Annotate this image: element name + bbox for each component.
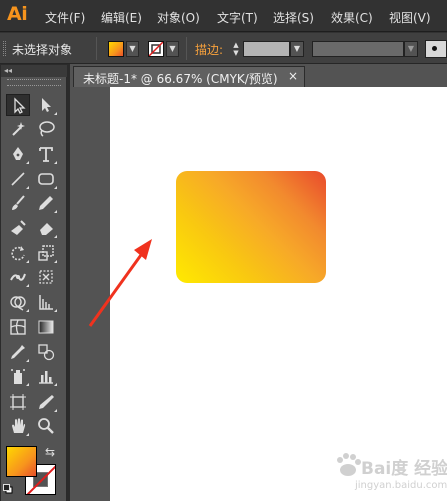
blend-icon [38,344,55,361]
spray-can-icon [11,369,25,384]
zoom-tool-icon[interactable] [34,415,58,437]
stroke-weight-label[interactable]: 描边: [195,41,223,58]
no-stroke-icon [148,41,164,57]
fill-color-well[interactable] [6,446,37,477]
mesh-tool-icon[interactable] [6,316,30,338]
bar-graph-icon [39,371,53,384]
free-transform-tool-icon[interactable] [34,266,58,288]
menu-type[interactable]: 文字(T) [217,9,258,26]
selection-arrow-icon [14,97,26,114]
tools-panel: ◂◂ [1,65,67,501]
baidu-paw-logo-icon [337,453,361,476]
menu-bar: Ai 文件(F) 编辑(E) 对象(O) 文字(T) 选择(S) 效果(C) 视… [0,0,447,32]
app-logo: Ai [7,3,28,25]
document-tab-title: 未标题-1* @ 66.67% (CMYK/预览) [83,72,278,86]
type-tool-icon[interactable] [34,143,58,165]
eraser-icon [40,223,53,235]
direct-selection-tool-icon[interactable] [34,94,58,116]
type-t-icon [39,147,53,162]
brush-definition-button[interactable] [425,40,447,58]
selection-tool-icon[interactable] [6,94,30,116]
hand-icon [12,418,26,433]
eraser-tool-icon[interactable] [34,217,58,239]
direct-selection-arrow-icon [42,98,51,112]
watermark-url: jingyan.baidu.com [355,480,447,491]
gradient-tool-icon[interactable] [34,316,58,338]
width-tool-glyph-icon [10,273,26,281]
lasso-icon [39,121,55,137]
paintbrush-tool-icon[interactable] [6,192,30,214]
hand-tool-icon[interactable] [6,415,30,437]
artboard-icon [10,394,26,410]
mesh-grid-icon [10,319,26,335]
pen-tool-icon[interactable] [6,143,30,165]
pencil-tool-icon[interactable] [34,192,58,214]
column-graph-tool-icon[interactable] [34,365,58,387]
default-colors-icon[interactable] [3,484,13,494]
collapse-panel-icon[interactable]: ◂◂ [1,65,67,77]
blend-tool-icon[interactable] [34,341,58,363]
free-transform-icon [39,270,53,284]
eyedropper-icon [11,345,25,359]
divider [186,37,187,60]
pen-nib-icon [13,147,23,160]
line-segment-icon [11,172,25,186]
eyedropper-tool-icon[interactable] [6,341,30,363]
menu-view[interactable]: 视图(V) [389,9,431,26]
variable-width-profile-select[interactable] [312,41,404,57]
gradient-rounded-rectangle[interactable] [176,171,326,283]
slice-knife-icon [39,395,54,409]
blob-brush-icon [11,220,26,235]
menu-object[interactable]: 对象(O) [157,9,200,26]
gradient-swatch-icon [38,320,54,334]
divider [96,37,97,60]
control-bar-grip[interactable] [3,41,6,56]
baidu-watermark: Bai度 经验 jingyan.baidu.com [333,448,447,498]
scale-tool-icon[interactable] [34,242,58,264]
stroke-weight-chevron-icon[interactable]: ▼ [290,41,304,57]
stroke-dropdown-chevron-icon[interactable]: ▼ [166,41,179,57]
rotate-icon [11,246,25,261]
tools-panel-grip[interactable] [7,79,61,86]
perspective-grid-icon [39,295,53,310]
watermark-text: Bai度 经验 [361,459,447,479]
pencil-icon [39,196,53,210]
width-tool-icon[interactable] [6,266,30,288]
stroke-weight-stepper-icon[interactable]: ▲ ▼ [230,41,242,57]
selection-status: 未选择对象 [12,43,73,57]
menu-select[interactable]: 选择(S) [273,9,314,26]
brush-dot-icon [432,46,437,51]
blob-brush-tool-icon[interactable] [6,217,30,239]
close-tab-icon[interactable]: × [288,69,298,83]
stroke-weight-input[interactable] [243,41,290,57]
slice-tool-icon[interactable] [34,391,58,413]
document-tab[interactable]: 未标题-1* @ 66.67% (CMYK/预览) × [73,66,305,87]
line-segment-tool-icon[interactable] [6,168,30,190]
rectangle-tool-icon[interactable] [34,168,58,190]
symbol-sprayer-tool-icon[interactable] [6,365,30,387]
menu-edit[interactable]: 编辑(E) [101,9,142,26]
variable-width-chevron-icon[interactable]: ▼ [404,41,418,57]
fill-dropdown-chevron-icon[interactable]: ▼ [126,41,139,57]
artboard-tool-icon[interactable] [6,391,30,413]
magnifier-icon [38,418,54,434]
scale-icon [38,245,54,261]
rounded-rectangle-icon [38,173,54,185]
swap-fill-stroke-icon[interactable]: ⇆ [45,445,55,459]
menu-file[interactable]: 文件(F) [45,9,85,26]
artboard[interactable] [110,87,447,501]
perspective-grid-tool-icon[interactable] [34,291,58,313]
lasso-tool-icon[interactable] [34,118,58,140]
shape-builder-tool-icon[interactable] [6,291,30,313]
stroke-color-swatch[interactable] [148,41,164,57]
menu-effect[interactable]: 效果(C) [331,9,373,26]
shape-builder-icon [10,296,26,311]
fill-color-swatch[interactable] [108,41,124,57]
magic-wand-icon [12,122,25,136]
rotate-tool-icon[interactable] [6,242,30,264]
red-arrow-annotation-icon [88,239,152,327]
paintbrush-icon [12,195,25,210]
control-bar: 未选择对象 ▼ ▼ 描边: ▲ ▼ ▼ ▼ [0,33,447,64]
magic-wand-tool-icon[interactable] [6,118,30,140]
